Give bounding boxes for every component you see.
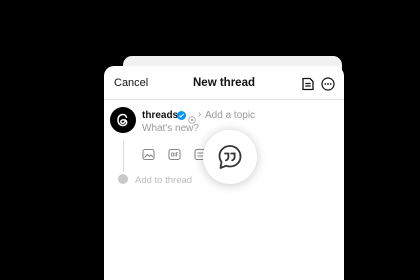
thread-connector-line — [123, 140, 124, 172]
small-avatar — [118, 174, 128, 184]
privacy-icon — [188, 111, 196, 124]
header-divider — [104, 99, 344, 100]
username: threads — [142, 110, 179, 121]
gif-icon[interactable] — [168, 148, 181, 161]
more-options-icon[interactable] — [320, 76, 336, 92]
post-text-input[interactable]: What's new? — [142, 123, 199, 134]
threads-logo-icon — [117, 113, 128, 127]
chevron-right-icon: › — [198, 109, 202, 120]
verified-badge-icon — [177, 111, 186, 120]
add-to-thread-button[interactable]: Add to thread — [135, 175, 192, 186]
image-icon[interactable] — [142, 148, 155, 161]
avatar[interactable] — [110, 107, 136, 133]
quote-bubble-icon[interactable] — [203, 130, 257, 184]
drafts-icon[interactable] — [300, 76, 316, 92]
add-topic-link[interactable]: Add a topic — [205, 110, 255, 121]
